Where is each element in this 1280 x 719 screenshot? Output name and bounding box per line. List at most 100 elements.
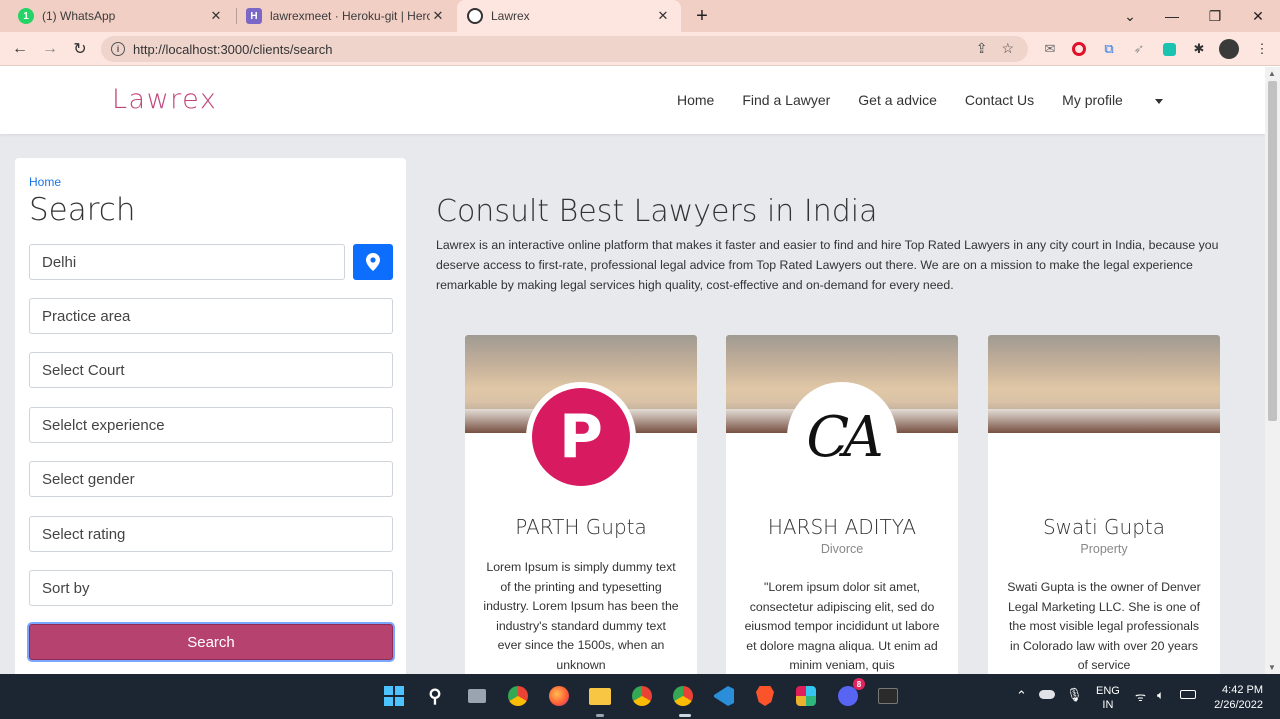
nav-contact[interactable]: Contact Us [965, 92, 1034, 108]
nav-my-profile-label: My profile [1062, 92, 1123, 108]
vscode-icon[interactable] [712, 684, 736, 708]
lawyer-card[interactable]: CA HARSH ADITYA Divorce "Lorem ipsum dol… [726, 335, 958, 674]
window-close-button[interactable]: ✕ [1236, 0, 1280, 32]
menu-kebab-icon[interactable]: ⋮ [1252, 39, 1272, 59]
tab-heroku[interactable]: H lawrexmeet · Heroku-git | Heroku ✕ [236, 0, 456, 32]
running-indicator [596, 714, 604, 717]
caret-down-icon [1154, 98, 1163, 104]
language-code: ENG [1096, 685, 1120, 697]
back-arrow-icon[interactable]: ← [8, 37, 32, 61]
tab-title: Lawrex [491, 9, 530, 23]
gender-select[interactable]: Select gender [29, 461, 393, 497]
microphone-icon[interactable]: 🎙︎ [1066, 687, 1083, 703]
onedrive-cloud-icon[interactable] [1039, 690, 1055, 699]
scroll-down-icon[interactable]: ▼ [1268, 663, 1276, 672]
lawyer-name[interactable]: PARTH Gupta [465, 515, 697, 539]
breadcrumb-home[interactable]: Home [29, 175, 61, 189]
court-select[interactable]: Select Court [29, 352, 393, 388]
rating-select[interactable]: Select rating [29, 516, 393, 552]
clock-date: 2/26/2022 [1214, 699, 1263, 711]
reload-icon[interactable]: ↻ [68, 37, 92, 61]
profile-avatar[interactable] [1219, 39, 1239, 59]
cursor-extension-icon[interactable]: ➶ [1129, 39, 1149, 59]
chevron-up-icon[interactable]: ⌃ [1016, 688, 1027, 704]
tab-title: (1) WhatsApp [42, 9, 116, 23]
scroll-up-icon[interactable]: ▲ [1268, 69, 1276, 78]
scrollbar-thumb[interactable] [1268, 81, 1277, 421]
tab-search-chevron-icon[interactable]: ⌄ [1108, 0, 1152, 32]
nav-my-profile[interactable]: My profile [1062, 92, 1163, 108]
search-title: Search [29, 192, 136, 228]
nav-get-advice[interactable]: Get a advice [858, 92, 937, 108]
page-scrollbar[interactable]: ▲ ▼ [1265, 67, 1280, 674]
lawyer-card[interactable]: P PARTH Gupta Lorem Ipsum is simply dumm… [465, 335, 697, 674]
search-icon[interactable]: ⚲ [423, 684, 447, 708]
task-view-icon[interactable] [465, 684, 489, 708]
search-panel: Home Search Delhi Practice area Select C… [15, 158, 406, 674]
nav-home[interactable]: Home [677, 92, 714, 108]
locate-me-button[interactable] [353, 244, 393, 280]
chrome-profile-icon[interactable] [506, 684, 530, 708]
lawyer-name[interactable]: HARSH ADITYA [726, 515, 958, 539]
practice-area-select[interactable]: Practice area [29, 298, 393, 334]
site-navbar: Lawrex Home Find a Lawyer Get a advice C… [0, 67, 1265, 134]
avatar: P [526, 382, 636, 492]
brave-icon[interactable] [753, 684, 777, 708]
url-text: http://localhost:3000/clients/search [133, 41, 333, 57]
forward-arrow-icon[interactable]: → [38, 37, 62, 61]
sort-by-select[interactable]: Sort by [29, 570, 393, 606]
share-icon[interactable]: ⇪ [976, 40, 988, 57]
location-input[interactable]: Delhi [29, 244, 345, 280]
heroku-icon: H [246, 8, 262, 24]
lawyer-description: Lorem Ipsum is simply dummy text of the … [483, 560, 679, 672]
new-tab-button[interactable]: + [690, 4, 714, 28]
web-page: Lawrex Home Find a Lawyer Get a advice C… [0, 67, 1265, 674]
brand-logo[interactable]: Lawrex [112, 84, 217, 115]
close-icon[interactable]: ✕ [208, 8, 224, 24]
hero-title: Consult Best Lawyers in India [436, 194, 878, 229]
copy-extension-icon[interactable]: ⧉ [1099, 39, 1119, 59]
chrome-active-icon[interactable] [671, 684, 695, 708]
file-explorer-icon[interactable] [588, 684, 612, 708]
discord-icon[interactable]: 8 [836, 678, 865, 708]
avatar-letter: CA [806, 404, 883, 470]
tab-whatsapp[interactable]: 1 (1) WhatsApp ✕ [8, 0, 234, 32]
experience-select[interactable]: Selelct experience [29, 407, 393, 443]
speaker-icon[interactable]: 🔈︎ [1157, 688, 1164, 703]
active-app-indicator [679, 714, 691, 717]
lawyer-description: Swati Gupta is the owner of Denver Legal… [1007, 580, 1201, 673]
maximize-button[interactable]: ❐ [1193, 0, 1237, 32]
terminal-icon[interactable] [876, 684, 900, 708]
mail-extension-icon[interactable]: ✉ [1040, 39, 1060, 59]
bookmark-star-icon[interactable]: ☆ [1001, 40, 1014, 57]
wifi-icon[interactable]: ᯤ [1135, 688, 1146, 705]
tab-lawrex[interactable]: Lawrex ✕ [457, 0, 681, 32]
close-icon[interactable]: ✕ [430, 8, 446, 24]
opera-extension-icon[interactable] [1069, 39, 1089, 59]
site-info-icon[interactable]: i [111, 42, 125, 56]
clock-time: 4:42 PM [1222, 684, 1263, 696]
lawyer-name[interactable]: Swati Gupta [988, 515, 1220, 539]
region-code: IN [1102, 699, 1114, 711]
hero-description: Lawrex is an interactive online platform… [436, 238, 1219, 292]
lawyer-practice-area: Divorce [820, 542, 864, 556]
map-pin-icon [366, 253, 380, 271]
nav-find-lawyer[interactable]: Find a Lawyer [742, 92, 830, 108]
minimize-button[interactable]: — [1150, 0, 1194, 32]
discord-badge: 8 [853, 678, 865, 690]
language-indicator[interactable]: ENG IN [1096, 684, 1120, 712]
search-button[interactable]: Search [29, 624, 393, 660]
lawyer-card[interactable]: Swati Gupta Property Swati Gupta is the … [988, 335, 1220, 674]
battery-icon[interactable] [1180, 690, 1196, 699]
close-icon[interactable]: ✕ [655, 8, 671, 24]
windows-start-icon[interactable] [382, 684, 406, 708]
firefox-icon[interactable] [547, 684, 571, 708]
teal-extension-icon[interactable] [1159, 39, 1179, 59]
clock[interactable]: 4:42 PM 2/26/2022 [1207, 683, 1263, 713]
puzzle-extensions-icon[interactable]: ✱ [1189, 39, 1209, 59]
slack-icon[interactable] [794, 684, 818, 708]
globe-icon [467, 8, 483, 24]
address-bar[interactable]: i http://localhost:3000/clients/search ⇪… [101, 36, 1028, 62]
lawyer-practice-area: Property [1080, 542, 1128, 556]
chrome-icon[interactable] [630, 684, 654, 708]
